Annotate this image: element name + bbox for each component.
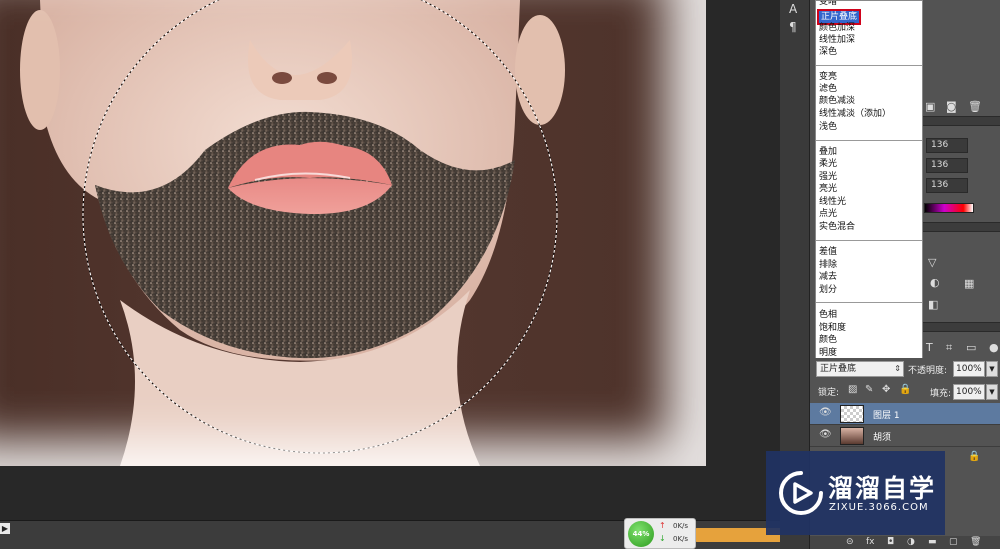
blend-item[interactable]: 实色混合: [819, 221, 855, 233]
color-b-field[interactable]: 136: [926, 178, 968, 193]
watermark-url: ZIXUE.3066.COM: [829, 502, 929, 513]
grid-icon[interactable]: ▦: [964, 277, 974, 290]
network-percent: 44%: [628, 521, 654, 547]
blend-item[interactable]: 色相: [819, 309, 837, 321]
triangle-down-icon[interactable]: ▽: [928, 256, 936, 269]
canvas-pasteboard: [0, 466, 780, 520]
fill-label: 填充:: [930, 389, 952, 399]
document-canvas[interactable]: [0, 0, 780, 520]
canvas-image[interactable]: [0, 0, 706, 466]
lock-pixels-icon[interactable]: ✎: [865, 384, 873, 395]
layer-thumbnail: [840, 405, 864, 423]
adjustment-layer-icon[interactable]: ◑: [907, 537, 915, 547]
panel-divider: [922, 222, 1000, 232]
character-panel-icon[interactable]: A: [789, 2, 797, 16]
lock-label: 锁定:: [818, 388, 840, 398]
blend-item[interactable]: 深色: [819, 46, 837, 58]
new-document-icon[interactable]: ▣: [925, 100, 935, 113]
layer-name: 胡须: [873, 433, 892, 443]
layer-row[interactable]: 👁 胡须: [810, 425, 1000, 447]
panel-divider: [922, 322, 1000, 332]
blend-item[interactable]: 线性光: [819, 196, 846, 208]
blend-item[interactable]: 点光: [819, 208, 837, 220]
site-watermark: 溜溜自学 ZIXUE.3066.COM: [766, 451, 945, 535]
blend-mode-select[interactable]: 正片叠底 ⇕: [816, 361, 904, 377]
layer-name: 图层 1: [873, 411, 900, 421]
blend-separator: [816, 140, 922, 141]
blend-item[interactable]: 强光: [819, 171, 837, 183]
blend-item[interactable]: 饱和度: [819, 322, 846, 334]
photoshop-window: ▶ 44% ↑ ↓ 0K/s 0K/s A ¶ ▣ ◙ 🗑 136 136 13…: [0, 0, 1000, 549]
layer-row-active[interactable]: 👁 图层 1: [810, 403, 1000, 425]
blend-separator: [816, 240, 922, 241]
blend-item[interactable]: 变暗: [819, 1, 837, 8]
new-group-icon[interactable]: ▬: [928, 537, 937, 547]
blend-item[interactable]: 变亮: [819, 71, 837, 83]
opacity-dropdown-icon[interactable]: ▼: [986, 361, 998, 377]
blend-separator: [816, 302, 922, 303]
blend-item[interactable]: 滤色: [819, 83, 837, 95]
link-layers-icon[interactable]: ⊝: [846, 537, 854, 547]
blend-item[interactable]: 减去: [819, 271, 837, 283]
portrait-illustration: [20, 0, 565, 466]
add-mask-icon[interactable]: ◘: [887, 537, 894, 547]
opacity-field[interactable]: 100%: [953, 361, 985, 377]
layer-thumbnail: [840, 427, 864, 445]
network-meter: 44% ↑ ↓ 0K/s 0K/s: [624, 518, 696, 549]
blend-item[interactable]: 叠加: [819, 146, 837, 158]
blend-separator: [816, 65, 922, 66]
blend-item[interactable]: 颜色: [819, 334, 837, 346]
blend-item[interactable]: 线性减淡（添加）: [819, 108, 891, 120]
download-arrow-icon: ↓: [659, 534, 666, 543]
panel-divider: [922, 116, 1000, 126]
blend-item[interactable]: 亮光: [819, 183, 837, 195]
fx-icon[interactable]: fx: [866, 537, 875, 547]
fill-field[interactable]: 100%: [953, 384, 985, 400]
trash-icon[interactable]: 🗑: [968, 100, 982, 113]
blend-item[interactable]: 颜色加深: [819, 22, 855, 34]
opacity-label: 不透明度:: [908, 366, 948, 376]
new-layer-icon[interactable]: ▢: [949, 537, 958, 547]
blend-item[interactable]: 划分: [819, 284, 837, 296]
blend-item[interactable]: 柔光: [819, 158, 837, 170]
transform-icon[interactable]: ⌗: [946, 341, 952, 355]
blend-item[interactable]: 线性加深: [819, 34, 855, 46]
square-icon[interactable]: ◧: [928, 298, 938, 311]
color-ramp[interactable]: [924, 203, 974, 213]
upload-arrow-icon: ↑: [659, 521, 666, 530]
play-logo-icon: [779, 471, 823, 515]
blend-item[interactable]: 排除: [819, 259, 837, 271]
camera-icon[interactable]: ◙: [946, 100, 957, 113]
delete-layer-icon[interactable]: 🗑: [970, 537, 981, 547]
lock-position-icon[interactable]: ✥: [882, 384, 890, 395]
spinner-arrows-icon: ⇕: [894, 364, 901, 373]
visibility-eye-icon[interactable]: 👁: [819, 429, 832, 440]
gradient-tool-icon[interactable]: ◐: [930, 276, 940, 289]
background-lock-icon: 🔒: [968, 451, 981, 462]
paragraph-panel-icon[interactable]: ¶: [789, 20, 797, 34]
lock-transparency-icon[interactable]: ▨: [848, 384, 857, 395]
visibility-eye-icon[interactable]: 👁: [819, 407, 832, 418]
watermark-title: 溜溜自学: [828, 474, 937, 503]
upload-speed: 0K/s: [673, 522, 689, 530]
blend-mode-dropdown[interactable]: 变暗 正片叠底 颜色加深 线性加深 深色 变亮 滤色 颜色减淡 线性减淡（添加）…: [815, 0, 923, 360]
toggle-icon[interactable]: ●: [989, 341, 999, 354]
download-speed: 0K/s: [673, 535, 689, 543]
blend-mode-value: 正片叠底: [820, 364, 857, 374]
blend-item[interactable]: 颜色减淡: [819, 95, 855, 107]
timeline-play-icon[interactable]: ▶: [0, 523, 10, 534]
type-layer-icon[interactable]: T: [926, 341, 933, 354]
lock-all-icon[interactable]: 🔒: [899, 384, 911, 395]
color-g-field[interactable]: 136: [926, 158, 968, 173]
artboard-icon[interactable]: ▭: [966, 341, 976, 354]
blend-item[interactable]: 差值: [819, 246, 837, 258]
blend-item[interactable]: 浅色: [819, 121, 837, 133]
fill-dropdown-icon[interactable]: ▼: [986, 384, 998, 400]
color-r-field[interactable]: 136: [926, 138, 968, 153]
